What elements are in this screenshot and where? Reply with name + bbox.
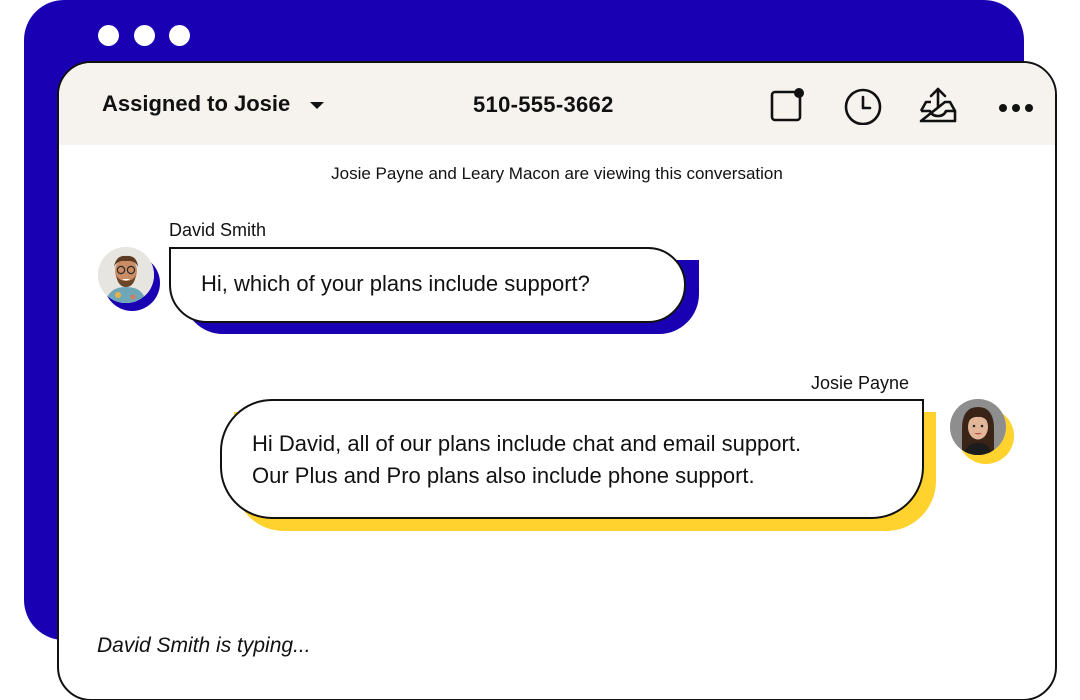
assignment-label: Assigned to Josie	[102, 91, 291, 116]
chat-illustration: Assigned to Josie 510-555-3662 Josie Pay…	[0, 0, 1080, 700]
avatar-photo-josie	[950, 399, 1006, 455]
avatar-photo-david	[98, 247, 154, 303]
viewing-notice: Josie Payne and Leary Macon are viewing …	[331, 164, 783, 183]
message-line-1: Hi David, all of our plans include chat …	[252, 431, 802, 456]
note-icon[interactable]	[767, 85, 807, 125]
inbox-upload-icon[interactable]	[917, 85, 957, 125]
conversation-window: Assigned to Josie 510-555-3662 Josie Pay…	[57, 61, 1057, 700]
typing-indicator: David Smith is typing...	[97, 634, 311, 657]
phone-number: 510-555-3662	[473, 92, 614, 117]
chevron-down-icon	[310, 102, 325, 109]
sender-name-josie: Josie Payne	[811, 373, 910, 393]
message-bubble-josie: Hi David, all of our plans include chat …	[220, 399, 924, 519]
avatar-josie[interactable]	[950, 399, 1014, 464]
window-dot-1	[98, 25, 119, 46]
more-icon[interactable]	[995, 85, 1035, 125]
conversation-header: Assigned to Josie 510-555-3662	[59, 63, 1055, 145]
window-dot-2	[134, 25, 155, 46]
sender-name-david: David Smith	[169, 220, 267, 240]
clock-icon[interactable]	[842, 85, 882, 125]
avatar-david[interactable]	[98, 247, 160, 311]
message-bubble-david: Hi, which of your plans include support?	[169, 247, 686, 323]
window-dot-3	[169, 25, 190, 46]
assignment-dropdown[interactable]: Assigned to Josie	[102, 91, 325, 117]
message-line-2: Our Plus and Pro plans also include phon…	[252, 463, 755, 488]
